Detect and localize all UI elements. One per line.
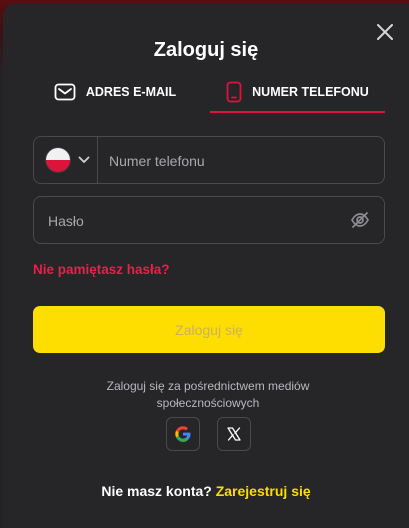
password-field [33, 196, 385, 245]
login-button[interactable]: Zaloguj się [33, 306, 385, 353]
login-modal: Zaloguj się ADRES E-MAIL NUMER TELEFONU [3, 3, 409, 528]
x-login-button[interactable] [217, 417, 251, 451]
password-input[interactable] [46, 197, 340, 245]
tab-phone-label: NUMER TELEFONU [252, 85, 369, 99]
register-link[interactable]: Zarejestruj się [216, 483, 311, 499]
envelope-icon [54, 83, 76, 101]
phone-number-input[interactable] [107, 137, 381, 185]
eye-slash-icon[interactable] [350, 210, 370, 230]
register-prompt: Nie masz konta? Zarejestruj się [3, 483, 409, 499]
login-method-tabs: ADRES E-MAIL NUMER TELEFONU [30, 73, 385, 113]
phone-icon [226, 81, 242, 103]
register-question: Nie masz konta? [101, 483, 212, 499]
tab-email-label: ADRES E-MAIL [85, 85, 177, 99]
chevron-down-icon [78, 156, 90, 164]
tab-email[interactable]: ADRES E-MAIL [30, 73, 200, 111]
google-icon [174, 425, 192, 443]
modal-title: Zaloguj się [153, 39, 259, 61]
phone-field [33, 136, 385, 185]
tab-phone[interactable]: NUMER TELEFONU [210, 73, 385, 113]
poland-flag-icon [46, 148, 70, 172]
forgot-password-link[interactable]: Nie pamiętasz hasła? [33, 262, 170, 277]
country-selector[interactable] [34, 137, 98, 183]
social-login-text: Zaloguj się za pośrednictwem mediów społ… [106, 379, 310, 410]
google-login-button[interactable] [166, 417, 200, 451]
x-icon [226, 426, 242, 442]
